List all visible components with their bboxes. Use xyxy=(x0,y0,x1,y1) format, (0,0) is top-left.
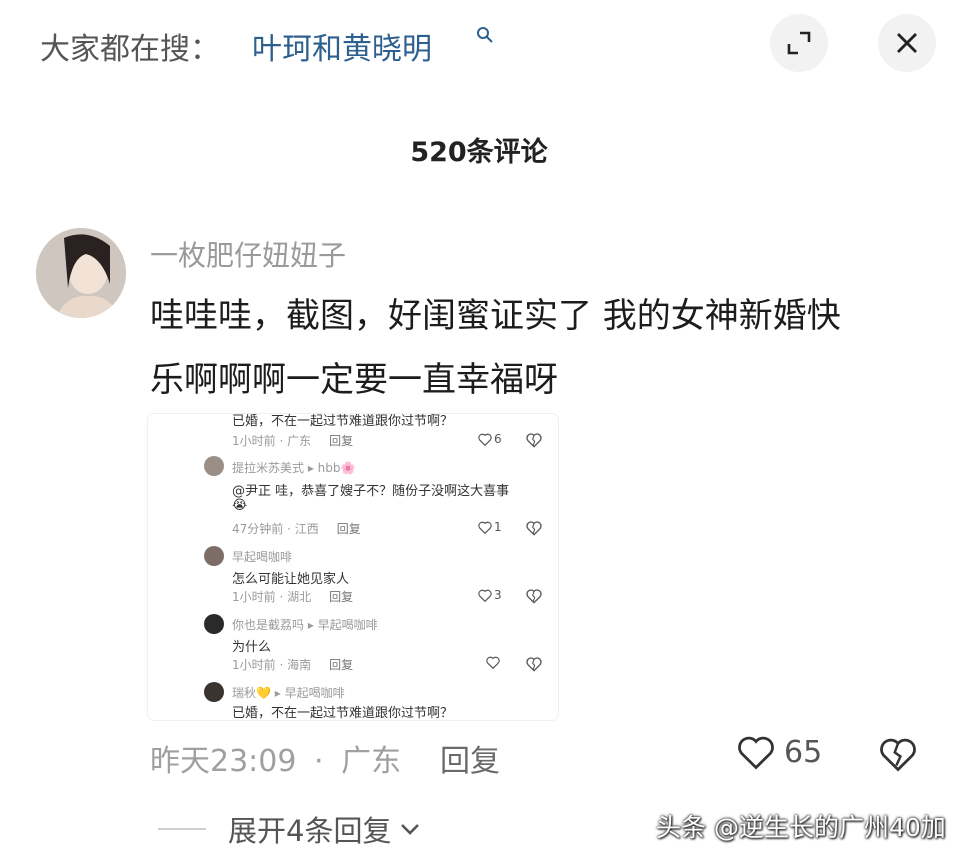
meta-separator: · xyxy=(314,744,324,779)
close-icon xyxy=(897,33,917,53)
heart-icon xyxy=(486,656,500,669)
reply-button[interactable]: 回复 xyxy=(440,736,500,780)
shot-top-meta: 1小时前 · 广东 回复 xyxy=(232,434,354,448)
reply-username: 你也是截荔吗 ▸ 早起喝咖啡 xyxy=(232,618,378,632)
comment-text-line-1: 哇哇哇，截图，好闺蜜证实了 我的女神新婚快 xyxy=(150,296,841,336)
reply-text: 已婚，不在一起过节难道跟你过节啊？ xyxy=(232,706,454,720)
expand-button[interactable] xyxy=(770,14,828,72)
heart-icon xyxy=(478,521,492,534)
comment-text-line-2: 乐啊啊啊一定要一直幸福呀 xyxy=(150,360,558,400)
broken-heart-icon xyxy=(880,738,916,772)
close-button[interactable] xyxy=(878,14,936,72)
expand-icon xyxy=(787,31,811,55)
search-icon[interactable] xyxy=(476,26,494,44)
reply-meta: 1小时前 · 海南 回复 xyxy=(232,658,354,672)
reply-likes xyxy=(486,656,500,669)
comment-location: 广东 xyxy=(341,744,402,779)
comment-image[interactable]: 已婚，不在一起过节难道跟你过节啊？ 1小时前 · 广东 回复 6 提拉米苏美式 ▸… xyxy=(148,414,558,720)
reply-meta: 1小时前 · 湖北 回复 xyxy=(232,590,354,604)
like-count: 65 xyxy=(784,734,823,770)
reply-text: 怎么可能让她见家人 xyxy=(232,572,350,587)
heart-icon xyxy=(478,589,492,602)
comment-username[interactable]: 一枚肥仔妞妞子 xyxy=(150,234,346,274)
broken-heart-icon xyxy=(526,657,542,672)
watermark: 头条 @逆生长的广州40加 xyxy=(656,813,946,842)
reply-avatar xyxy=(204,456,224,476)
comment-time: 昨天23:09 xyxy=(150,744,297,779)
reply-text: 为什么 xyxy=(232,640,272,655)
expand-replies-button[interactable]: 展开4条回复 xyxy=(158,808,423,850)
expand-replies-label: 展开4条回复 xyxy=(228,814,392,848)
search-suggestion-link[interactable]: 叶珂和黄晓明 xyxy=(252,24,432,68)
reply-avatar xyxy=(204,546,224,566)
search-prefix: 大家都在搜： xyxy=(40,32,220,67)
divider-line xyxy=(158,828,206,830)
broken-heart-icon xyxy=(526,589,542,604)
reply-meta: 47分钟前 · 江西 回复 xyxy=(232,522,361,536)
top-bar: 大家都在搜： 叶珂和黄晓明 xyxy=(0,0,958,90)
reply-avatar xyxy=(204,614,224,634)
comment-meta: 昨天23:09 · 广东 xyxy=(150,736,401,780)
like-button[interactable]: 65 xyxy=(736,734,822,770)
reply-likes: 1 xyxy=(478,520,502,534)
dislike-button[interactable] xyxy=(878,736,918,776)
broken-heart-icon xyxy=(526,521,542,536)
reply-emoji: 😭 xyxy=(232,498,248,513)
reply-username: 瑞秋💛 ▸ 早起喝咖啡 xyxy=(232,686,345,700)
shot-top-text: 已婚，不在一起过节难道跟你过节啊？ xyxy=(232,414,454,429)
broken-heart-icon xyxy=(526,433,542,448)
reply-avatar xyxy=(204,682,224,702)
reply-username: 早起喝咖啡 xyxy=(232,550,293,564)
shot-top-likes: 6 xyxy=(478,432,502,446)
heart-icon xyxy=(478,433,492,446)
reply-text: @尹正 哇，恭喜了嫂子不？随份子没啊这大喜事 xyxy=(232,484,510,499)
comment-text: 哇哇哇，截图，好闺蜜证实了 我的女神新婚快 乐啊啊啊一定要一直幸福呀 xyxy=(150,284,920,412)
comment-count-title: 520条评论 xyxy=(410,137,548,168)
heart-icon xyxy=(738,736,774,770)
reply-username: 提拉米苏美式 ▸ hbb🌸 xyxy=(232,461,356,475)
avatar[interactable] xyxy=(36,228,126,318)
chevron-down-icon xyxy=(401,824,420,835)
reply-likes: 3 xyxy=(478,588,502,602)
